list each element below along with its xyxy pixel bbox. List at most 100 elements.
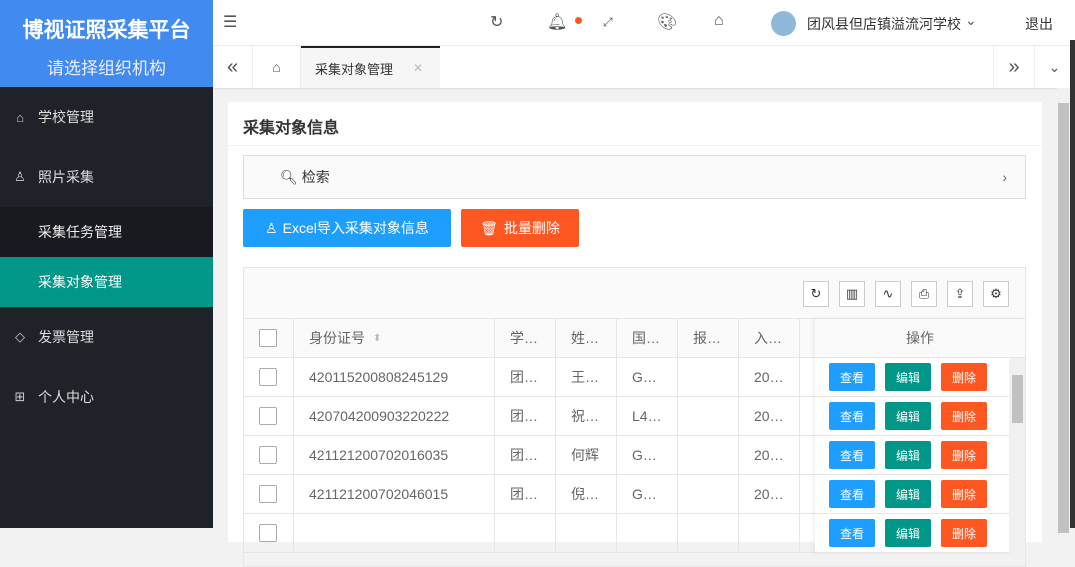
- checkbox[interactable]: [259, 446, 277, 464]
- chevron-down-icon[interactable]: ⌄: [965, 12, 977, 29]
- row-checkbox-cell[interactable]: [244, 514, 294, 552]
- palette-icon[interactable]: 🎨︎: [657, 12, 677, 32]
- tab-current[interactable]: 采集对象管理 ✕: [301, 46, 440, 88]
- tab-scroll-right-icon[interactable]: »: [993, 46, 1035, 88]
- pulse-icon[interactable]: ∿: [875, 281, 901, 307]
- batch-delete-button[interactable]: 🗑︎ 批量删除: [461, 209, 579, 247]
- col-school[interactable]: 学…: [495, 319, 556, 357]
- table-scrollbar[interactable]: [1009, 358, 1025, 558]
- refresh-icon[interactable]: ↻: [490, 12, 503, 32]
- export-icon[interactable]: ⇪: [947, 281, 973, 307]
- label: 个人中心: [38, 389, 94, 405]
- logo[interactable]: 博视证照采集平台 请选择组织机构: [0, 0, 213, 87]
- tab-menu-chevron-icon[interactable]: ⌄: [1035, 46, 1075, 88]
- scroll-thumb[interactable]: [1058, 103, 1069, 533]
- col-id[interactable]: 身份证号 ⬍: [294, 319, 495, 357]
- cell-c1: 团…: [495, 436, 556, 474]
- excel-import-button[interactable]: ♙ Excel导入采集对象信息: [243, 209, 451, 247]
- checkbox[interactable]: [259, 485, 277, 503]
- action-row: 查看 编辑 删除: [815, 436, 1025, 475]
- col-enroll[interactable]: 入…: [739, 319, 800, 357]
- close-icon[interactable]: ✕: [413, 61, 423, 75]
- edit-button[interactable]: 编辑: [885, 363, 931, 391]
- home-icon: ⌂: [16, 109, 24, 125]
- avatar[interactable]: [771, 11, 796, 36]
- cell-c5: 20…: [739, 397, 800, 435]
- sidebar-item-profile[interactable]: ⊞ 个人中心: [0, 367, 213, 427]
- delete-button[interactable]: 删除: [941, 363, 987, 391]
- sidebar-item-invoice[interactable]: ◇ 发票管理: [0, 307, 213, 367]
- view-button[interactable]: 查看: [829, 480, 875, 508]
- edit-button[interactable]: 编辑: [885, 402, 931, 430]
- scroll-thumb[interactable]: [1012, 375, 1023, 423]
- edit-button[interactable]: 编辑: [885, 441, 931, 469]
- checkbox[interactable]: [259, 407, 277, 425]
- col-report[interactable]: 报…: [678, 319, 739, 357]
- col-name[interactable]: 姓…: [556, 319, 617, 357]
- search-collapse[interactable]: 🔍︎ 检索 ›: [243, 155, 1026, 199]
- logout-link[interactable]: 退出: [1025, 14, 1053, 34]
- view-button[interactable]: 查看: [829, 519, 875, 547]
- checkbox[interactable]: [259, 368, 277, 386]
- refresh-icon[interactable]: ↻: [803, 281, 829, 307]
- cell-c2: 倪…: [556, 475, 617, 513]
- top-header: ☰ ↻ 🔔︎ ⤢ 🎨︎ ⌂ 团风县但店镇溢流河学校 ⌄ 退出: [213, 0, 1075, 46]
- select-all-checkbox[interactable]: [244, 319, 294, 357]
- settings-icon[interactable]: ⚙: [983, 281, 1009, 307]
- col-label: 身份证号: [309, 330, 365, 346]
- sidebar-item-photo[interactable]: ♙ 照片采集: [0, 147, 213, 207]
- label: 批量删除: [503, 220, 560, 236]
- checkbox[interactable]: [259, 524, 277, 542]
- col-nationality[interactable]: 国…: [617, 319, 678, 357]
- cell-c4: [678, 436, 739, 474]
- sidebar-item-task[interactable]: 采集任务管理: [0, 207, 213, 257]
- action-row: 查看 编辑 删除: [815, 475, 1025, 514]
- cell-c2: [556, 514, 617, 552]
- cell-c5: 20…: [739, 475, 800, 513]
- action-row: 查看 编辑 删除: [815, 514, 1025, 553]
- user-icon: ♙: [265, 219, 278, 236]
- home-tab-icon[interactable]: ⌂: [253, 46, 301, 88]
- cell-c4: [678, 475, 739, 513]
- delete-button[interactable]: 删除: [941, 480, 987, 508]
- cell-c2: 祝…: [556, 397, 617, 435]
- delete-button[interactable]: 删除: [941, 441, 987, 469]
- edit-button[interactable]: 编辑: [885, 480, 931, 508]
- cell-id: 421121200702016035: [294, 436, 495, 474]
- columns-icon[interactable]: ▥: [839, 281, 865, 307]
- row-checkbox-cell[interactable]: [244, 436, 294, 474]
- row-checkbox-cell[interactable]: [244, 475, 294, 513]
- action-column: 操作 查看 编辑 删除 查看 编辑 删除 查看 编辑 删除 查看 编辑 删除 查看 编辑 删除: [815, 319, 1025, 558]
- sidebar-item-object[interactable]: 采集对象管理: [0, 257, 213, 307]
- page-scrollbar[interactable]: [1057, 88, 1070, 533]
- bell-icon[interactable]: 🔔︎: [547, 12, 567, 32]
- view-button[interactable]: 查看: [829, 441, 875, 469]
- search-icon: 🔍︎: [280, 168, 298, 185]
- delete-button[interactable]: 删除: [941, 402, 987, 430]
- cell-id: 420704200903220222: [294, 397, 495, 435]
- tag-icon[interactable]: ⌂: [714, 12, 724, 30]
- submenu: 采集任务管理 采集对象管理: [0, 207, 213, 307]
- label: 发票管理: [38, 329, 94, 345]
- view-button[interactable]: 查看: [829, 363, 875, 391]
- menu-fold-icon[interactable]: ☰: [223, 12, 237, 32]
- label: Excel导入采集对象信息: [282, 220, 429, 236]
- cell-id: 421121200702046015: [294, 475, 495, 513]
- delete-button[interactable]: 删除: [941, 519, 987, 547]
- checkbox[interactable]: [259, 329, 277, 347]
- edit-button[interactable]: 编辑: [885, 519, 931, 547]
- org-selector[interactable]: 请选择组织机构: [0, 54, 213, 79]
- cell-id: 420115200808245129: [294, 358, 495, 396]
- user-name[interactable]: 团风县但店镇溢流河学校: [807, 14, 961, 34]
- tab-scroll-left-icon[interactable]: «: [213, 46, 253, 88]
- cell-c4: [678, 397, 739, 435]
- sidebar-item-school[interactable]: ⌂ 学校管理: [0, 87, 213, 147]
- sort-icon[interactable]: ⬍: [373, 333, 381, 344]
- print-icon[interactable]: ⎙: [911, 281, 937, 307]
- row-checkbox-cell[interactable]: [244, 358, 294, 396]
- window-edge: [1070, 40, 1075, 528]
- cell-c3: L4…: [617, 397, 678, 435]
- row-checkbox-cell[interactable]: [244, 397, 294, 435]
- view-button[interactable]: 查看: [829, 402, 875, 430]
- fullscreen-icon[interactable]: ⤢: [603, 15, 613, 30]
